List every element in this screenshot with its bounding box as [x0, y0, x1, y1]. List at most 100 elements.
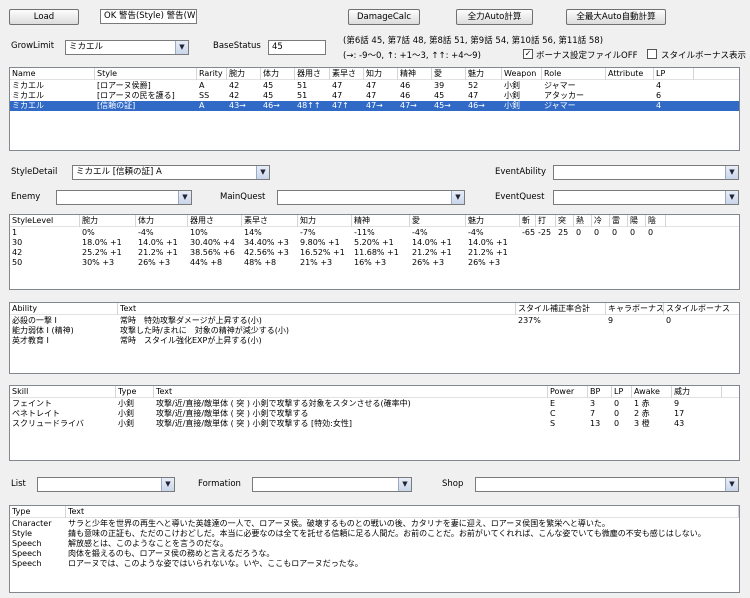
column-header[interactable]: Rarity — [197, 68, 227, 80]
column-header[interactable]: Power — [548, 386, 588, 398]
character-table[interactable]: Name Style Rarity 腕力 体力 器用さ 素早さ 知力 精神愛魅力 Weapon Ro… — [9, 67, 740, 151]
column-header[interactable]: 知力 — [298, 215, 352, 227]
column-header[interactable]: 冷 — [592, 215, 610, 227]
column-header[interactable]: Awake — [632, 386, 672, 398]
column-header[interactable]: 腕力 — [80, 215, 136, 227]
column-header[interactable]: 陰 — [646, 215, 666, 227]
list-select[interactable]: ▼ — [37, 477, 175, 492]
column-header[interactable]: 体力 — [136, 215, 188, 227]
column-header[interactable]: Style — [95, 68, 197, 80]
column-header[interactable]: Type — [10, 506, 66, 518]
enemy-select[interactable]: ▼ — [56, 190, 192, 205]
column-header[interactable]: 腕力 — [227, 68, 261, 80]
column-header[interactable]: Text — [118, 303, 516, 315]
column-header[interactable]: 魅力 — [466, 68, 502, 80]
column-header[interactable]: Weapon — [502, 68, 542, 80]
column-header[interactable]: Type — [116, 386, 154, 398]
column-header[interactable]: LP — [612, 386, 632, 398]
table-row[interactable]: フェイント 小剣 攻撃/近/直接/敵単体 ( 突 ) 小剣で攻撃する対象をスタンさせ… — [10, 399, 739, 409]
table-row[interactable]: Character サラと少年を世界の再生へと導いた英雄達の一人で、ロアーヌ侯。破… — [10, 519, 739, 529]
table-row[interactable]: スクリュードライバ 小剣 攻撃/近/直接/敵単体 ( 突 ) 小剣で攻撃する [特効… — [10, 419, 739, 429]
basestatus-input[interactable]: 45 — [268, 40, 326, 55]
table-row[interactable]: 英才教育 I 常時 スタイル強化EXPが上昇する(小) — [10, 336, 739, 346]
table-row[interactable]: 42 25.2% +1 21.2% +1 38.56% +6 42.56% +3 16.5… — [10, 248, 739, 258]
table-cell: 30.40% +4 — [190, 238, 235, 247]
growlimit-select[interactable]: ミカエル ▼ — [65, 40, 189, 55]
table-cell: 肉体を鍛えるのも、ロアーヌ侯の務めと言えるだろうな。 — [68, 549, 275, 558]
styledetail-select[interactable]: ミカエル [信頼の証] A ▼ — [72, 165, 270, 180]
table-row[interactable]: 30 18.0% +1 14.0% +1 30.40% +4 34.40% +3 9.80… — [10, 238, 739, 248]
column-header[interactable]: Attribute — [606, 68, 654, 80]
table-cell: 攻撃/近/直接/敵単体 ( 突 ) 小剣で攻撃する対象をスタンさせる(確率中) — [156, 399, 411, 408]
bonus-file-checkbox[interactable]: ✓ — [523, 49, 533, 59]
formation-select[interactable]: ▼ — [252, 477, 412, 492]
column-header[interactable]: スタイルボーナス — [664, 303, 739, 315]
max-auto-button[interactable]: 全最大Auto自動計算 — [566, 9, 666, 25]
table-row[interactable]: Speech 解放感とは、このようなことを言うのだな。 — [10, 539, 739, 549]
column-header[interactable]: Role — [542, 68, 606, 80]
style-level-table[interactable]: StyleLevel 腕力 体力 器用さ 素早さ 知力 精神愛魅力斬打突熱冷雷陽陰 1 0% -4… — [9, 214, 740, 290]
column-header[interactable]: 知力 — [364, 68, 398, 80]
column-header[interactable]: 器用さ — [188, 215, 242, 227]
column-header[interactable]: Ability — [10, 303, 118, 315]
table-cell: 0 — [630, 228, 636, 237]
column-header[interactable]: 素早さ — [242, 215, 298, 227]
mainquest-select[interactable]: ▼ — [277, 190, 465, 205]
table-cell: 14.0% +1 — [138, 238, 178, 247]
damage-calc-button[interactable]: DamageCalc — [348, 9, 420, 25]
column-header[interactable]: Text — [66, 506, 739, 518]
eventability-select[interactable]: ▼ — [553, 165, 739, 180]
column-header[interactable]: Skill — [10, 386, 116, 398]
text-table[interactable]: Type Text Character サラと少年を世界の再生へと導いた英雄達の一人で… — [9, 505, 740, 593]
table-cell — [646, 238, 666, 248]
table-row[interactable]: 能力弱体 I (精神) 攻撃した時/まれに 対象の精神が減少する(小) — [10, 326, 739, 336]
column-header[interactable]: 精神 — [398, 68, 432, 80]
column-header[interactable]: 精神 — [352, 215, 410, 227]
shop-select[interactable]: ▼ — [475, 477, 739, 492]
table-row[interactable]: 必殺の一撃 I 常時 特効攻撃ダメージが上昇する(小) 237% 9 0 — [10, 316, 739, 326]
table-cell: ジャマー — [544, 81, 576, 90]
column-header[interactable]: 打 — [536, 215, 556, 227]
table-header: Name Style Rarity 腕力 体力 器用さ 素早さ 知力 精神愛魅力 Weapon Ro… — [10, 68, 739, 80]
column-header[interactable]: 斬 — [520, 215, 536, 227]
warning-field[interactable]: OK 警告(Style) 警告(W — [100, 9, 197, 24]
column-header[interactable]: BP — [588, 386, 612, 398]
full-auto-button[interactable]: 全力Auto計算 — [456, 9, 533, 25]
column-header[interactable]: 突 — [556, 215, 574, 227]
table-row[interactable]: ペネトレイト 小剣 攻撃/近/直接/敵単体 ( 突 ) 小剣で攻撃する C 7 0 2 赤 1… — [10, 409, 739, 419]
column-header[interactable]: Text — [154, 386, 548, 398]
column-header[interactable]: 体力 — [261, 68, 295, 80]
ability-table[interactable]: Ability Text スタイル補正率合計 キャラボーナス スタイルボーナス 必殺の一撃… — [9, 302, 740, 374]
style-bonus-checkbox[interactable] — [647, 49, 657, 59]
table-cell: 47 — [366, 91, 377, 100]
table-cell: ミカエル — [12, 101, 44, 110]
table-cell: [ロアーヌの民を護る] — [97, 91, 175, 100]
table-row[interactable]: Speech ロアーヌでは、このような姿ではいられないな。いや、ここもロアーヌだっ… — [10, 559, 739, 569]
column-header[interactable]: 魅力 — [466, 215, 520, 227]
column-header[interactable]: 素早さ — [330, 68, 364, 80]
column-header[interactable]: 器用さ — [295, 68, 330, 80]
table-row[interactable]: Speech 肉体を鍛えるのも、ロアーヌ侯の務めと言えるだろうな。 — [10, 549, 739, 559]
table-row[interactable]: ミカエル [信頼の証] A 43→ 46→ 48↑↑ 47↑ 47→ 47→ 45→ 46→ 小剣 ジャ… — [10, 101, 739, 111]
column-header[interactable]: 雷 — [610, 215, 628, 227]
eventquest-select[interactable]: ▼ — [553, 190, 739, 205]
table-row[interactable]: 1 0% -4% 10% 14% -7% -11% -4% -4% -65 -25 25 0 0 0 0 0 — [10, 228, 739, 238]
table-row[interactable]: 50 30% +3 26% +3 44% +8 48% +8 21% +3 16% +3 26… — [10, 258, 739, 268]
column-header[interactable]: キャラボーナス — [606, 303, 664, 315]
column-header[interactable]: 愛 — [410, 215, 466, 227]
load-button[interactable]: Load — [9, 9, 79, 25]
column-header[interactable]: 威力 — [672, 386, 722, 398]
column-header[interactable]: Name — [10, 68, 95, 80]
table-row[interactable]: ミカエル [ロアーヌの民を護る] SS 42 45 51 47 47 46 45 47 小剣 アタッカー… — [10, 91, 739, 101]
column-header[interactable]: 熱 — [574, 215, 592, 227]
skill-table[interactable]: Skill Type Text Power BP LP Awake 威力 フェイント 小剣 攻撃/近… — [9, 385, 740, 461]
column-header[interactable]: LP — [654, 68, 694, 80]
table-row[interactable]: ミカエル [ロアーヌ侯爵] A 42 45 51 47 47 46 39 52 小剣 ジャマー 4 — [10, 81, 739, 91]
eventquest-label: EventQuest — [495, 192, 545, 202]
column-header[interactable]: StyleLevel — [10, 215, 80, 227]
column-header[interactable]: 陽 — [628, 215, 646, 227]
column-header[interactable]: スタイル補正率合計 — [516, 303, 606, 315]
table-cell: 38.56% +6 — [190, 248, 235, 257]
table-row[interactable]: Style 錆も意味の正証も、ただのこけおどしだ。本当に必要なのは全てを託せる信頼… — [10, 529, 739, 539]
column-header[interactable]: 愛 — [432, 68, 466, 80]
